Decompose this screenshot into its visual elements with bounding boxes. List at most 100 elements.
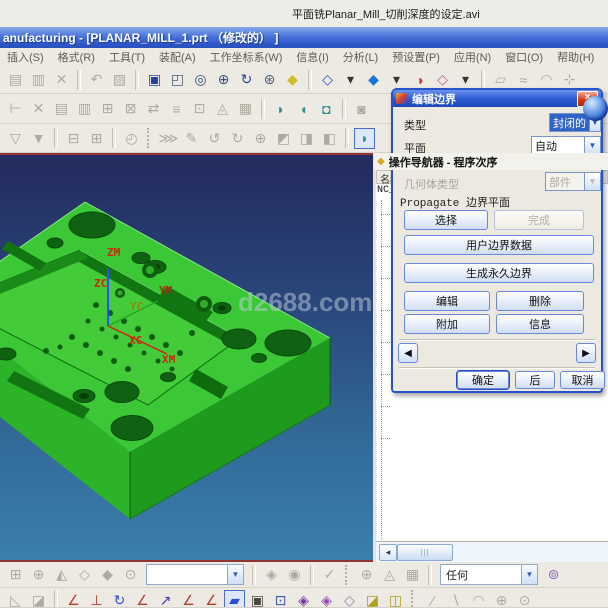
edit-toolpath-icon[interactable]: ✎ — [181, 128, 202, 149]
shop-doc-icon[interactable]: ◧ — [319, 128, 340, 149]
replace-component-icon[interactable]: ◆ — [97, 564, 118, 585]
wcs-dynamic-icon[interactable]: ◬ — [379, 564, 400, 585]
move-component-icon[interactable]: ◇ — [74, 564, 95, 585]
next-boundary-button[interactable]: ▶ — [576, 343, 596, 363]
rotate-view-icon[interactable]: ↻ — [236, 69, 257, 90]
cut-icon[interactable]: ✕ — [28, 98, 49, 119]
navigator-hscrollbar[interactable]: ◂ ||| — [376, 541, 608, 562]
diamond-tool4-icon[interactable]: ◪ — [362, 590, 383, 608]
wcs-grid-icon[interactable]: ▦ — [402, 564, 423, 585]
ok-button[interactable]: 确定 — [457, 371, 509, 389]
spline-icon[interactable]: ◠ — [536, 69, 557, 90]
graphics-viewport[interactable]: ZM ZC YC YM XC XM d2688.com — [0, 153, 373, 562]
dialog-titlebar[interactable]: 编辑边界 × — [393, 90, 601, 107]
active-tool-icon[interactable]: ◗ — [354, 128, 375, 149]
explode-icon[interactable]: ◈ — [261, 564, 282, 585]
tool-track-icon[interactable]: ◘ — [316, 98, 337, 119]
point-icon[interactable]: ⊹ — [559, 69, 580, 90]
save-icon[interactable]: ▣ — [247, 590, 268, 608]
chevron-down-icon[interactable]: ▼ — [227, 565, 243, 584]
circle-tool-icon[interactable]: ⊙ — [514, 590, 535, 608]
display-check-icon[interactable]: ⊡ — [270, 590, 291, 608]
tc-axes-icon[interactable]: ∠ — [201, 590, 222, 608]
fit-view-icon[interactable]: ▣ — [144, 69, 165, 90]
menu-item-10[interactable]: 帮助(H) — [550, 48, 601, 66]
rewind-toolpath-icon[interactable]: ↺ — [204, 128, 225, 149]
flashlight-icon[interactable]: ▰ — [224, 590, 245, 608]
zoom-region-icon[interactable]: ◰ — [167, 69, 188, 90]
create-permanent-boundary-button[interactable]: 生成永久边界 — [404, 263, 594, 283]
vector-icon[interactable]: ↗ — [155, 590, 176, 608]
drafting-icon[interactable]: ▱ — [490, 69, 511, 90]
constraint-icon[interactable]: ⊙ — [120, 564, 141, 585]
line2-tool-icon[interactable]: ∖ — [445, 590, 466, 608]
menu-item-4[interactable]: 工作坐标系(W) — [203, 48, 290, 66]
prev-boundary-button[interactable]: ◀ — [398, 343, 418, 363]
caret-down-icon[interactable]: ▾ — [386, 69, 407, 90]
diamond-tool5-icon[interactable]: ◫ — [385, 590, 406, 608]
spotlight-icon[interactable]: ◬ — [212, 98, 233, 119]
swap-icon[interactable]: ⇄ — [143, 98, 164, 119]
info-icon[interactable]: ⊡ — [189, 98, 210, 119]
wireframe-display-icon[interactable]: ◇ — [317, 69, 338, 90]
diamond-tool3-icon[interactable]: ◇ — [339, 590, 360, 608]
menu-item-0[interactable]: 插入(S) — [0, 48, 51, 66]
paste-object-icon[interactable]: ▥ — [74, 98, 95, 119]
menu-item-8[interactable]: 应用(N) — [447, 48, 498, 66]
window-titlebar[interactable]: anufacturing - [PLANAR_MILL_1.prt （修改的） … — [0, 27, 608, 48]
undo-icon[interactable]: ↶ — [86, 69, 107, 90]
postprocess-icon[interactable]: ◨ — [296, 128, 317, 149]
caret-down-icon[interactable]: ▾ — [455, 69, 476, 90]
verify-toolpath-icon[interactable]: ⊕ — [250, 128, 271, 149]
facet-display-icon[interactable]: ◇ — [432, 69, 453, 90]
delete-object-icon[interactable]: ⊠ — [120, 98, 141, 119]
diamond-tool2-icon[interactable]: ◈ — [316, 590, 337, 608]
filter-solid-icon[interactable]: ▼ — [28, 128, 49, 149]
replay-toolpath-icon[interactable]: ↻ — [227, 128, 248, 149]
scroll-left-button[interactable]: ◂ — [379, 544, 397, 561]
circle-center-icon[interactable]: ⊕ — [491, 590, 512, 608]
iso-view-icon[interactable]: ◆ — [282, 69, 303, 90]
axes-icon[interactable]: ∠ — [132, 590, 153, 608]
section-icon[interactable]: ◪ — [28, 590, 49, 608]
interference-icon[interactable]: ◉ — [284, 564, 305, 585]
corner-icon[interactable]: ◺ — [5, 590, 26, 608]
line-tool-icon[interactable]: ∕ — [422, 590, 443, 608]
tool-holder-icon[interactable]: ◖ — [293, 98, 314, 119]
snapshot-icon[interactable]: ◴ — [121, 128, 142, 149]
assembly-search-combo[interactable]: ▼ — [146, 564, 244, 585]
csys-move-icon[interactable]: ∠ — [178, 590, 199, 608]
navigator-tree-icon[interactable]: ⊞ — [86, 128, 107, 149]
table-icon[interactable]: ▦ — [235, 98, 256, 119]
info-button[interactable]: 信息 — [496, 314, 584, 334]
selection-filter-combo[interactable]: 任何▼ — [440, 564, 538, 585]
delete-icon[interactable]: ✕ — [51, 69, 72, 90]
delete-button[interactable]: 删除 — [496, 291, 584, 311]
section-view-icon[interactable]: ◑ — [409, 69, 430, 90]
edit-button[interactable]: 编辑 — [404, 291, 490, 311]
pan-hand-icon[interactable]: ⊛ — [259, 69, 280, 90]
mill-tool-icon[interactable]: ◗ — [270, 98, 291, 119]
assembly-icon[interactable]: ⊞ — [5, 564, 26, 585]
add-component-icon[interactable]: ⊕ — [28, 564, 49, 585]
menu-item-6[interactable]: 分析(L) — [336, 48, 385, 66]
copy-icon[interactable]: ▥ — [28, 69, 49, 90]
zoom-examine-icon[interactable]: ◎ — [190, 69, 211, 90]
point-csys-icon[interactable]: ∠ — [63, 590, 84, 608]
zoom-in-icon[interactable]: ⊕ — [213, 69, 234, 90]
menu-item-3[interactable]: 装配(A) — [152, 48, 203, 66]
wcs-origin-icon[interactable]: ⊕ — [356, 564, 377, 585]
chevron-down-icon[interactable]: ▼ — [521, 565, 537, 584]
scroll-thumb[interactable]: ||| — [397, 544, 453, 561]
palette-icon[interactable]: ⊚ — [543, 564, 564, 585]
tool-list-icon[interactable]: ◙ — [351, 98, 372, 119]
select-button[interactable]: 选择 — [404, 210, 488, 230]
diamond-tool1-icon[interactable]: ◈ — [293, 590, 314, 608]
simulate-icon[interactable]: ◩ — [273, 128, 294, 149]
edit-text-icon[interactable]: ⊞ — [97, 98, 118, 119]
view-sheet-icon[interactable]: ▨ — [109, 69, 130, 90]
copy-object-icon[interactable]: ▤ — [51, 98, 72, 119]
style-edit-icon[interactable]: ⊢ — [5, 98, 26, 119]
list-icon[interactable]: ≡ — [166, 98, 187, 119]
menu-item-2[interactable]: 工具(T) — [102, 48, 152, 66]
